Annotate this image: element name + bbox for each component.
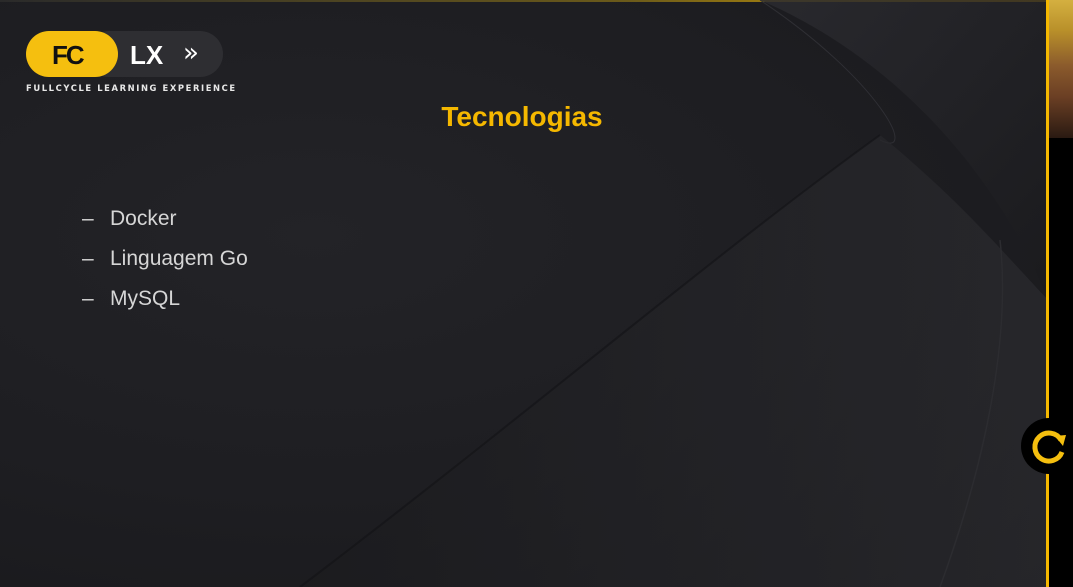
list-item: – MySQL: [82, 279, 248, 319]
list-bullet: –: [82, 287, 94, 310]
list-item-label: Linguagem Go: [110, 247, 248, 270]
list-item-label: MySQL: [110, 287, 181, 310]
double-chevron-right-icon: »: [183, 38, 199, 68]
list-item: – Linguagem Go: [82, 239, 248, 279]
logo-lx-text: LX: [130, 40, 164, 70]
slide-title: Tecnologias: [441, 101, 603, 132]
video-player: FC LX » FULLCYCLE LEARNING EXPERIENCE Te…: [0, 0, 1073, 587]
webcam-border: [1046, 0, 1049, 587]
fullcycle-logo: FC LX » FULLCYCLE LEARNING EXPERIENCE: [26, 31, 235, 93]
technology-list: – Docker – Linguagem Go – MySQL: [82, 199, 248, 319]
logo-fc-text: FC: [52, 40, 85, 70]
list-bullet: –: [82, 207, 94, 230]
list-item-label: Docker: [110, 207, 177, 230]
slide-title-row: Tecnologias: [0, 101, 1048, 133]
list-bullet: –: [82, 247, 94, 270]
presentation-slide: FC LX » FULLCYCLE LEARNING EXPERIENCE Te…: [0, 0, 1048, 587]
logo-tagline: FULLCYCLE LEARNING EXPERIENCE: [26, 83, 237, 93]
reload-icon: [1032, 430, 1066, 464]
webcam-overlay: [1048, 0, 1073, 138]
list-item: – Docker: [82, 199, 248, 239]
reload-button[interactable]: [1021, 418, 1073, 474]
